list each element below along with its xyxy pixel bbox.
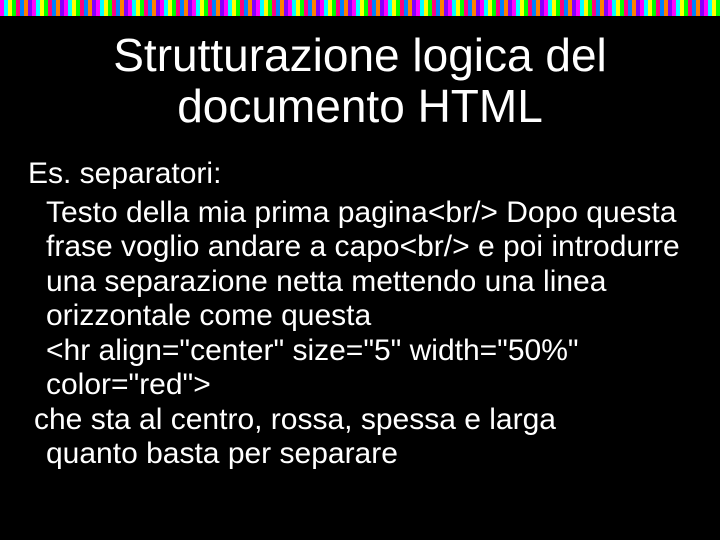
closing-line-1: che sta al centro, rossa, spessa e larga xyxy=(28,403,692,438)
intro-line: Es. separatori: xyxy=(28,157,692,192)
code-line: <hr align="center" size="5" width="50%" … xyxy=(28,334,692,403)
slide-body: Es. separatori: Testo della mia prima pa… xyxy=(0,151,720,472)
closing-line-2: quanto basta per separare xyxy=(28,437,692,472)
paragraph-1: Testo della mia prima pagina<br/> Dopo q… xyxy=(28,196,692,334)
decorative-noise-strip xyxy=(0,0,720,16)
slide-title: Strutturazione logica del documento HTML xyxy=(0,16,720,151)
